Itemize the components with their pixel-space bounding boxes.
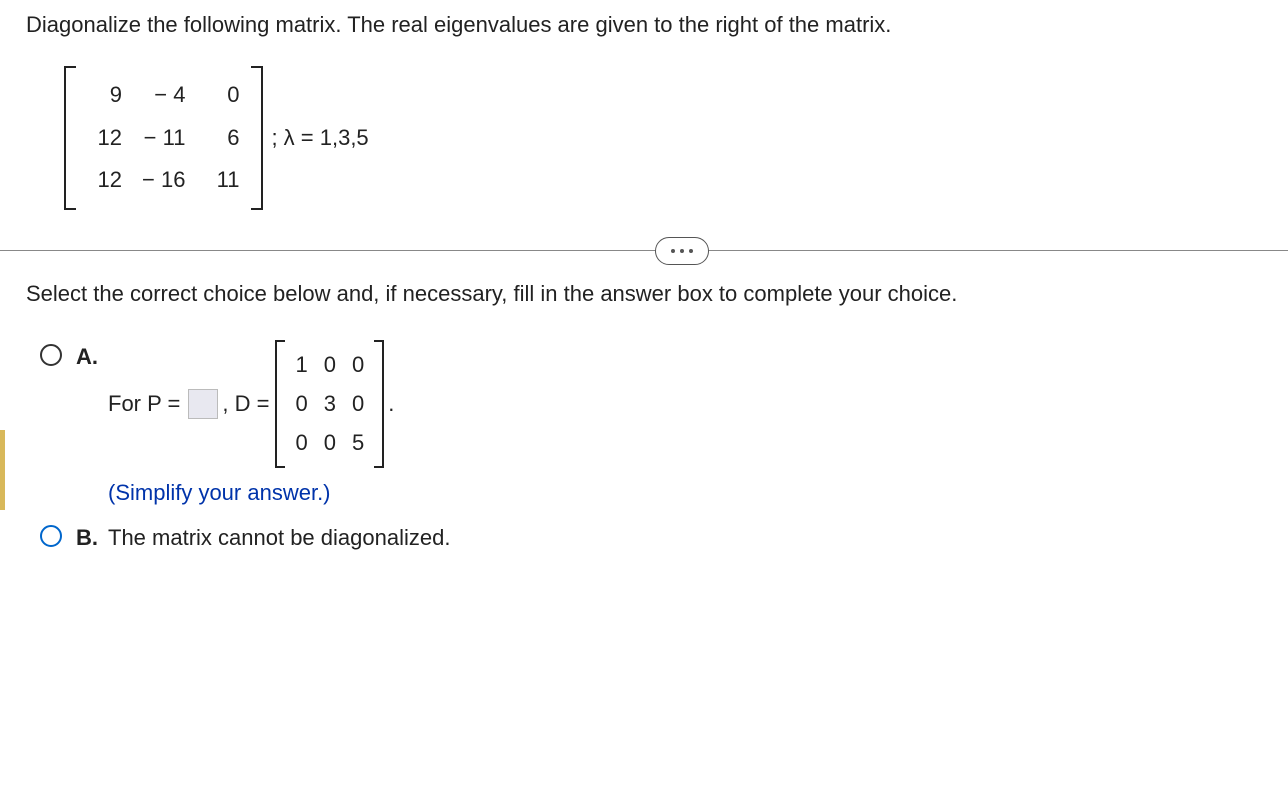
choice-b-label: B. <box>76 523 108 554</box>
radio-choice-b[interactable] <box>40 525 62 547</box>
d-matrix: 1 0 0 0 3 0 0 0 <box>275 340 384 468</box>
matrix-cell: − 11 <box>132 117 195 160</box>
left-accent-bar <box>0 430 5 510</box>
d-matrix-cell: 0 <box>344 385 372 424</box>
more-options-button[interactable] <box>655 237 709 265</box>
simplify-hint: (Simplify your answer.) <box>108 478 1288 509</box>
d-matrix-cell: 3 <box>316 385 344 424</box>
d-matrix-cell: 0 <box>316 424 344 463</box>
ellipsis-icon <box>680 249 684 253</box>
matrix-cell: − 4 <box>132 74 195 117</box>
matrix-cell: 12 <box>78 117 132 160</box>
matrix-cell: 11 <box>195 159 249 202</box>
radio-choice-a[interactable] <box>40 344 62 366</box>
ellipsis-icon <box>671 249 675 253</box>
choice-a-label: A. <box>76 342 108 373</box>
eigenvalue-text: ; λ = 1,3,5 <box>271 123 368 154</box>
d-equals-text: , D = <box>222 389 269 420</box>
d-matrix-cell: 0 <box>287 385 315 424</box>
choice-a-row: A. For P = , D = 1 0 0 <box>40 340 1288 509</box>
d-matrix-cell: 0 <box>287 424 315 463</box>
question-text: Diagonalize the following matrix. The re… <box>0 10 1288 41</box>
instruction-text: Select the correct choice below and, if … <box>0 279 1288 310</box>
given-matrix: 9 − 4 0 12 − 11 6 12 − 16 11 <box>64 66 263 210</box>
choice-b-row: B. The matrix cannot be diagonalized. <box>40 521 1288 554</box>
section-divider <box>0 250 1288 251</box>
matrix-cell: − 16 <box>132 159 195 202</box>
d-matrix-cell: 1 <box>287 346 315 385</box>
matrix-display: 9 − 4 0 12 − 11 6 12 − 16 11 ; λ = 1,3,5 <box>64 66 1288 210</box>
d-matrix-cell: 0 <box>344 346 372 385</box>
choice-b-text: The matrix cannot be diagonalized. <box>108 523 1288 554</box>
period: . <box>388 389 394 420</box>
matrix-cell: 12 <box>78 159 132 202</box>
matrix-cell: 0 <box>195 74 249 117</box>
d-matrix-cell: 0 <box>316 346 344 385</box>
answer-input-p[interactable] <box>188 389 218 419</box>
ellipsis-icon <box>689 249 693 253</box>
d-matrix-cell: 5 <box>344 424 372 463</box>
matrix-cell: 6 <box>195 117 249 160</box>
matrix-cell: 9 <box>78 74 132 117</box>
for-p-text: For P = <box>108 389 180 420</box>
